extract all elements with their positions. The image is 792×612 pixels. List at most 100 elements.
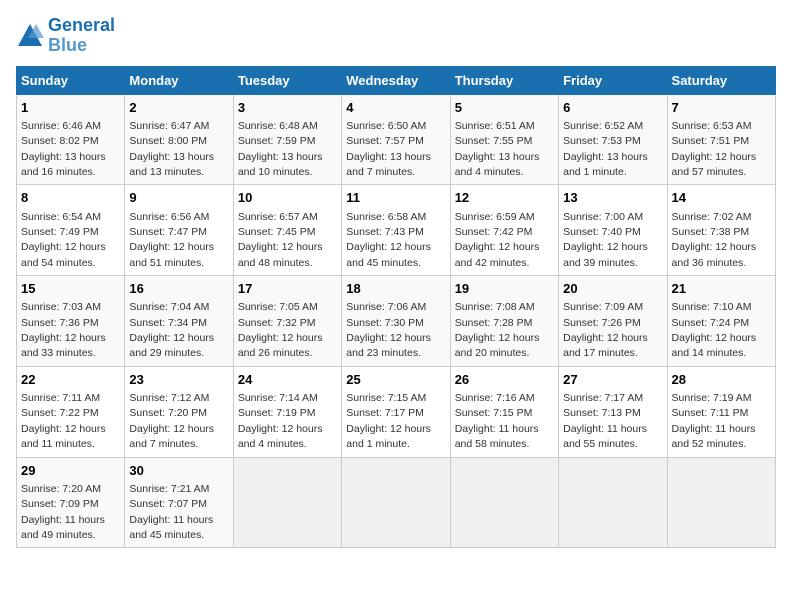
day-cell: 18 Sunrise: 7:06 AMSunset: 7:30 PMDaylig… (342, 276, 450, 367)
day-cell: 22 Sunrise: 7:11 AMSunset: 7:22 PMDaylig… (17, 366, 125, 457)
cell-sunrise: Sunrise: 7:04 AMSunset: 7:34 PMDaylight:… (129, 301, 214, 359)
cell-sunrise: Sunrise: 7:00 AMSunset: 7:40 PMDaylight:… (563, 211, 648, 269)
day-number: 29 (21, 462, 120, 480)
day-cell (450, 457, 558, 548)
day-cell (342, 457, 450, 548)
day-number: 30 (129, 462, 228, 480)
cell-sunrise: Sunrise: 6:54 AMSunset: 7:49 PMDaylight:… (21, 211, 106, 269)
cell-sunrise: Sunrise: 6:57 AMSunset: 7:45 PMDaylight:… (238, 211, 323, 269)
cell-sunrise: Sunrise: 6:47 AMSunset: 8:00 PMDaylight:… (129, 120, 214, 178)
day-number: 7 (672, 99, 771, 117)
day-number: 24 (238, 371, 337, 389)
week-row-2: 8 Sunrise: 6:54 AMSunset: 7:49 PMDayligh… (17, 185, 776, 276)
day-cell: 6 Sunrise: 6:52 AMSunset: 7:53 PMDayligh… (559, 94, 667, 185)
day-number: 6 (563, 99, 662, 117)
cell-sunrise: Sunrise: 6:52 AMSunset: 7:53 PMDaylight:… (563, 120, 648, 178)
day-cell: 29 Sunrise: 7:20 AMSunset: 7:09 PMDaylig… (17, 457, 125, 548)
day-number: 1 (21, 99, 120, 117)
day-number: 15 (21, 280, 120, 298)
day-cell (559, 457, 667, 548)
day-number: 10 (238, 189, 337, 207)
day-number: 9 (129, 189, 228, 207)
day-cell: 15 Sunrise: 7:03 AMSunset: 7:36 PMDaylig… (17, 276, 125, 367)
day-number: 12 (455, 189, 554, 207)
day-number: 11 (346, 189, 445, 207)
cell-sunrise: Sunrise: 7:15 AMSunset: 7:17 PMDaylight:… (346, 392, 431, 450)
cell-sunrise: Sunrise: 6:59 AMSunset: 7:42 PMDaylight:… (455, 211, 540, 269)
cell-sunrise: Sunrise: 6:51 AMSunset: 7:55 PMDaylight:… (455, 120, 540, 178)
day-number: 22 (21, 371, 120, 389)
cell-sunrise: Sunrise: 7:19 AMSunset: 7:11 PMDaylight:… (672, 392, 756, 450)
cell-sunrise: Sunrise: 7:17 AMSunset: 7:13 PMDaylight:… (563, 392, 647, 450)
day-cell: 19 Sunrise: 7:08 AMSunset: 7:28 PMDaylig… (450, 276, 558, 367)
day-number: 25 (346, 371, 445, 389)
day-cell: 14 Sunrise: 7:02 AMSunset: 7:38 PMDaylig… (667, 185, 775, 276)
day-number: 2 (129, 99, 228, 117)
day-number: 14 (672, 189, 771, 207)
cell-sunrise: Sunrise: 7:03 AMSunset: 7:36 PMDaylight:… (21, 301, 106, 359)
cell-sunrise: Sunrise: 6:50 AMSunset: 7:57 PMDaylight:… (346, 120, 431, 178)
header-friday: Friday (559, 66, 667, 94)
header-thursday: Thursday (450, 66, 558, 94)
day-cell (667, 457, 775, 548)
day-number: 13 (563, 189, 662, 207)
logo-text: General Blue (48, 16, 115, 56)
cell-sunrise: Sunrise: 7:08 AMSunset: 7:28 PMDaylight:… (455, 301, 540, 359)
day-cell: 1 Sunrise: 6:46 AMSunset: 8:02 PMDayligh… (17, 94, 125, 185)
day-number: 17 (238, 280, 337, 298)
header-saturday: Saturday (667, 66, 775, 94)
day-cell: 20 Sunrise: 7:09 AMSunset: 7:26 PMDaylig… (559, 276, 667, 367)
day-cell: 27 Sunrise: 7:17 AMSunset: 7:13 PMDaylig… (559, 366, 667, 457)
day-cell: 10 Sunrise: 6:57 AMSunset: 7:45 PMDaylig… (233, 185, 341, 276)
day-number: 16 (129, 280, 228, 298)
cell-sunrise: Sunrise: 7:16 AMSunset: 7:15 PMDaylight:… (455, 392, 539, 450)
day-cell: 28 Sunrise: 7:19 AMSunset: 7:11 PMDaylig… (667, 366, 775, 457)
day-cell: 11 Sunrise: 6:58 AMSunset: 7:43 PMDaylig… (342, 185, 450, 276)
cell-sunrise: Sunrise: 7:02 AMSunset: 7:38 PMDaylight:… (672, 211, 757, 269)
day-number: 5 (455, 99, 554, 117)
day-cell: 9 Sunrise: 6:56 AMSunset: 7:47 PMDayligh… (125, 185, 233, 276)
cell-sunrise: Sunrise: 7:05 AMSunset: 7:32 PMDaylight:… (238, 301, 323, 359)
week-row-1: 1 Sunrise: 6:46 AMSunset: 8:02 PMDayligh… (17, 94, 776, 185)
header-row: SundayMondayTuesdayWednesdayThursdayFrid… (17, 66, 776, 94)
cell-sunrise: Sunrise: 7:14 AMSunset: 7:19 PMDaylight:… (238, 392, 323, 450)
day-number: 18 (346, 280, 445, 298)
day-number: 8 (21, 189, 120, 207)
day-number: 21 (672, 280, 771, 298)
day-cell: 26 Sunrise: 7:16 AMSunset: 7:15 PMDaylig… (450, 366, 558, 457)
day-number: 19 (455, 280, 554, 298)
cell-sunrise: Sunrise: 7:12 AMSunset: 7:20 PMDaylight:… (129, 392, 214, 450)
cell-sunrise: Sunrise: 6:46 AMSunset: 8:02 PMDaylight:… (21, 120, 106, 178)
day-cell: 4 Sunrise: 6:50 AMSunset: 7:57 PMDayligh… (342, 94, 450, 185)
day-number: 28 (672, 371, 771, 389)
day-cell: 30 Sunrise: 7:21 AMSunset: 7:07 PMDaylig… (125, 457, 233, 548)
day-cell: 25 Sunrise: 7:15 AMSunset: 7:17 PMDaylig… (342, 366, 450, 457)
day-cell: 3 Sunrise: 6:48 AMSunset: 7:59 PMDayligh… (233, 94, 341, 185)
cell-sunrise: Sunrise: 6:53 AMSunset: 7:51 PMDaylight:… (672, 120, 757, 178)
day-cell (233, 457, 341, 548)
cell-sunrise: Sunrise: 6:48 AMSunset: 7:59 PMDaylight:… (238, 120, 323, 178)
day-cell: 8 Sunrise: 6:54 AMSunset: 7:49 PMDayligh… (17, 185, 125, 276)
logo-icon (16, 22, 44, 50)
cell-sunrise: Sunrise: 7:06 AMSunset: 7:30 PMDaylight:… (346, 301, 431, 359)
day-cell: 24 Sunrise: 7:14 AMSunset: 7:19 PMDaylig… (233, 366, 341, 457)
day-cell: 2 Sunrise: 6:47 AMSunset: 8:00 PMDayligh… (125, 94, 233, 185)
day-number: 3 (238, 99, 337, 117)
day-cell: 23 Sunrise: 7:12 AMSunset: 7:20 PMDaylig… (125, 366, 233, 457)
header-sunday: Sunday (17, 66, 125, 94)
page-header: General Blue (16, 16, 776, 56)
week-row-5: 29 Sunrise: 7:20 AMSunset: 7:09 PMDaylig… (17, 457, 776, 548)
day-cell: 5 Sunrise: 6:51 AMSunset: 7:55 PMDayligh… (450, 94, 558, 185)
cell-sunrise: Sunrise: 7:09 AMSunset: 7:26 PMDaylight:… (563, 301, 648, 359)
day-cell: 7 Sunrise: 6:53 AMSunset: 7:51 PMDayligh… (667, 94, 775, 185)
day-number: 26 (455, 371, 554, 389)
day-number: 4 (346, 99, 445, 117)
day-cell: 16 Sunrise: 7:04 AMSunset: 7:34 PMDaylig… (125, 276, 233, 367)
day-cell: 17 Sunrise: 7:05 AMSunset: 7:32 PMDaylig… (233, 276, 341, 367)
calendar-table: SundayMondayTuesdayWednesdayThursdayFrid… (16, 66, 776, 549)
day-number: 20 (563, 280, 662, 298)
week-row-3: 15 Sunrise: 7:03 AMSunset: 7:36 PMDaylig… (17, 276, 776, 367)
day-cell: 21 Sunrise: 7:10 AMSunset: 7:24 PMDaylig… (667, 276, 775, 367)
week-row-4: 22 Sunrise: 7:11 AMSunset: 7:22 PMDaylig… (17, 366, 776, 457)
day-cell: 12 Sunrise: 6:59 AMSunset: 7:42 PMDaylig… (450, 185, 558, 276)
